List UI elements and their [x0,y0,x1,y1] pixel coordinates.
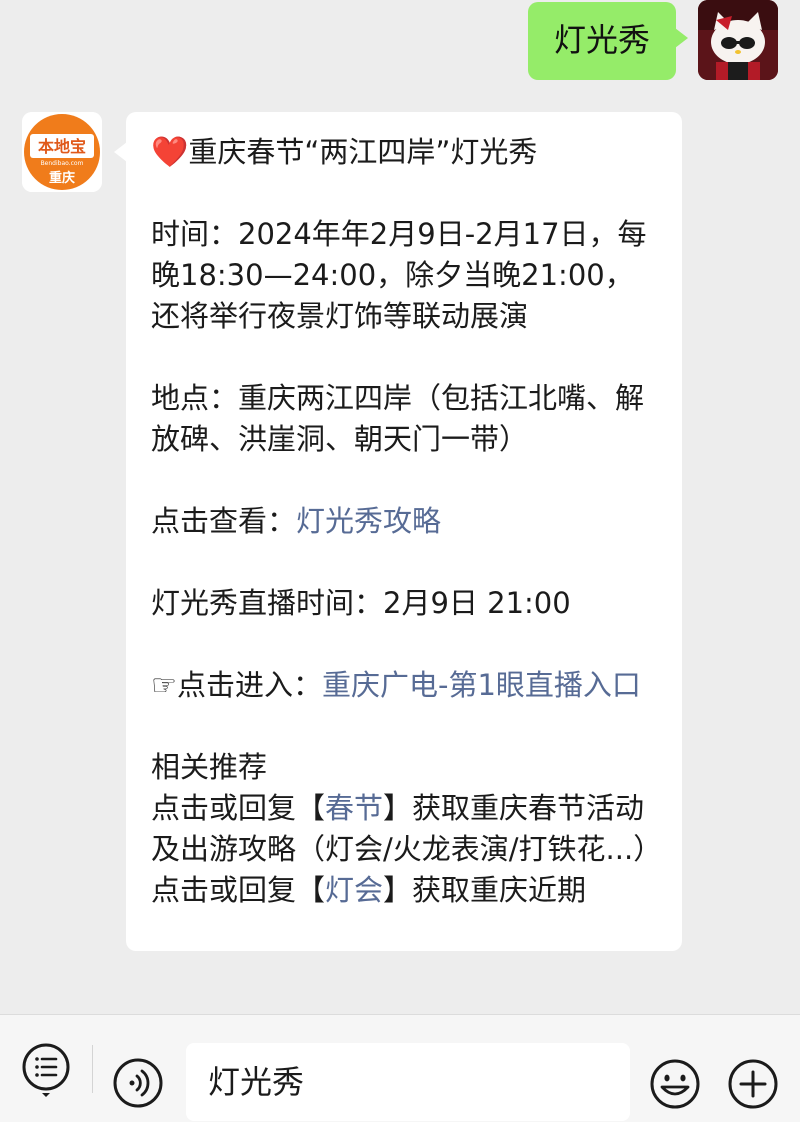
voice-input-button[interactable] [112,1057,164,1109]
live-entry-link[interactable]: 重庆广电-第1眼直播入口 [322,668,641,702]
plus-icon [728,1059,778,1109]
input-bar: 灯光秀 [0,1014,800,1122]
official-account-avatar[interactable]: 本地宝 Bendibao.com 重庆 [22,112,102,192]
smiley-face-icon [650,1059,700,1109]
input-divider [92,1045,93,1093]
message-input-value: 灯光秀 [208,1063,305,1101]
emoji-button[interactable] [648,1057,702,1111]
message-title-text: 重庆春节“两江四岸”灯光秀 [188,135,538,169]
live-time-info: 灯光秀直播时间：2月9日 21:00 [151,586,571,620]
spring-festival-keyword-link[interactable]: 春节 [325,791,383,825]
bendibao-logo: 本地宝 Bendibao.com 重庆 [22,112,102,192]
logo-domain-text: Bendibao.com [41,160,84,167]
live-entry-prefix: 点击进入： [177,668,323,702]
chat-area: 灯光秀 本地宝 Bendibao.com 重庆 ❤️重庆春节“两江四岸”灯光秀 … [0,0,800,1014]
view-guide-prefix: 点击查看： [151,504,297,538]
light-show-guide-link[interactable]: 灯光秀攻略 [296,504,441,538]
message-title: ❤️重庆春节“两江四岸”灯光秀 [151,132,656,173]
hello-kitty-avatar-image [698,0,778,80]
time-info: 时间：2024年年2月9日-2月17日，每晚18:30—24:00，除夕当晚21… [151,217,647,333]
recommend-spring-festival: 点击或回复【春节】获取重庆春节活动及出游攻略（灯会/火龙表演/打铁花...） [151,788,662,870]
heart-icon: ❤️ [151,135,189,170]
recommend-lantern-fair: 点击或回复【灯会】获取重庆近期 [151,870,656,911]
user-avatar[interactable] [698,0,778,80]
logo-city-text: 重庆 [49,170,75,186]
pointing-hand-icon: ☞ [151,668,177,702]
incoming-message: ❤️重庆春节“两江四岸”灯光秀 时间：2024年年2月9日-2月17日，每晚18… [114,112,682,951]
outgoing-message[interactable]: 灯光秀 [527,2,689,80]
rec2-prefix: 点击或回复【 [151,873,326,907]
lantern-fair-keyword-link[interactable]: 灯会 [325,873,383,907]
rec1-prefix: 点击或回复【 [151,791,326,825]
view-guide-line: 点击查看：灯光秀攻略 [151,501,656,542]
logo-brand-text: 本地宝 [38,137,86,156]
menu-list-icon [22,1043,70,1097]
outgoing-message-text: 灯光秀 [553,21,650,59]
live-entry-line: ☞点击进入：重庆广电-第1眼直播入口 [151,665,656,706]
message-input[interactable]: 灯光秀 [186,1043,630,1121]
voice-icon [113,1058,163,1108]
related-title: 相关推荐 [151,750,268,784]
more-functions-button[interactable] [726,1057,780,1111]
menu-button[interactable] [20,1039,74,1099]
place-info: 地点：重庆两江四岸（包括江北嘴、解放碑、洪崖洞、朝天门一带） [151,381,645,456]
rec2-suffix: 】获取重庆近期 [383,873,587,907]
